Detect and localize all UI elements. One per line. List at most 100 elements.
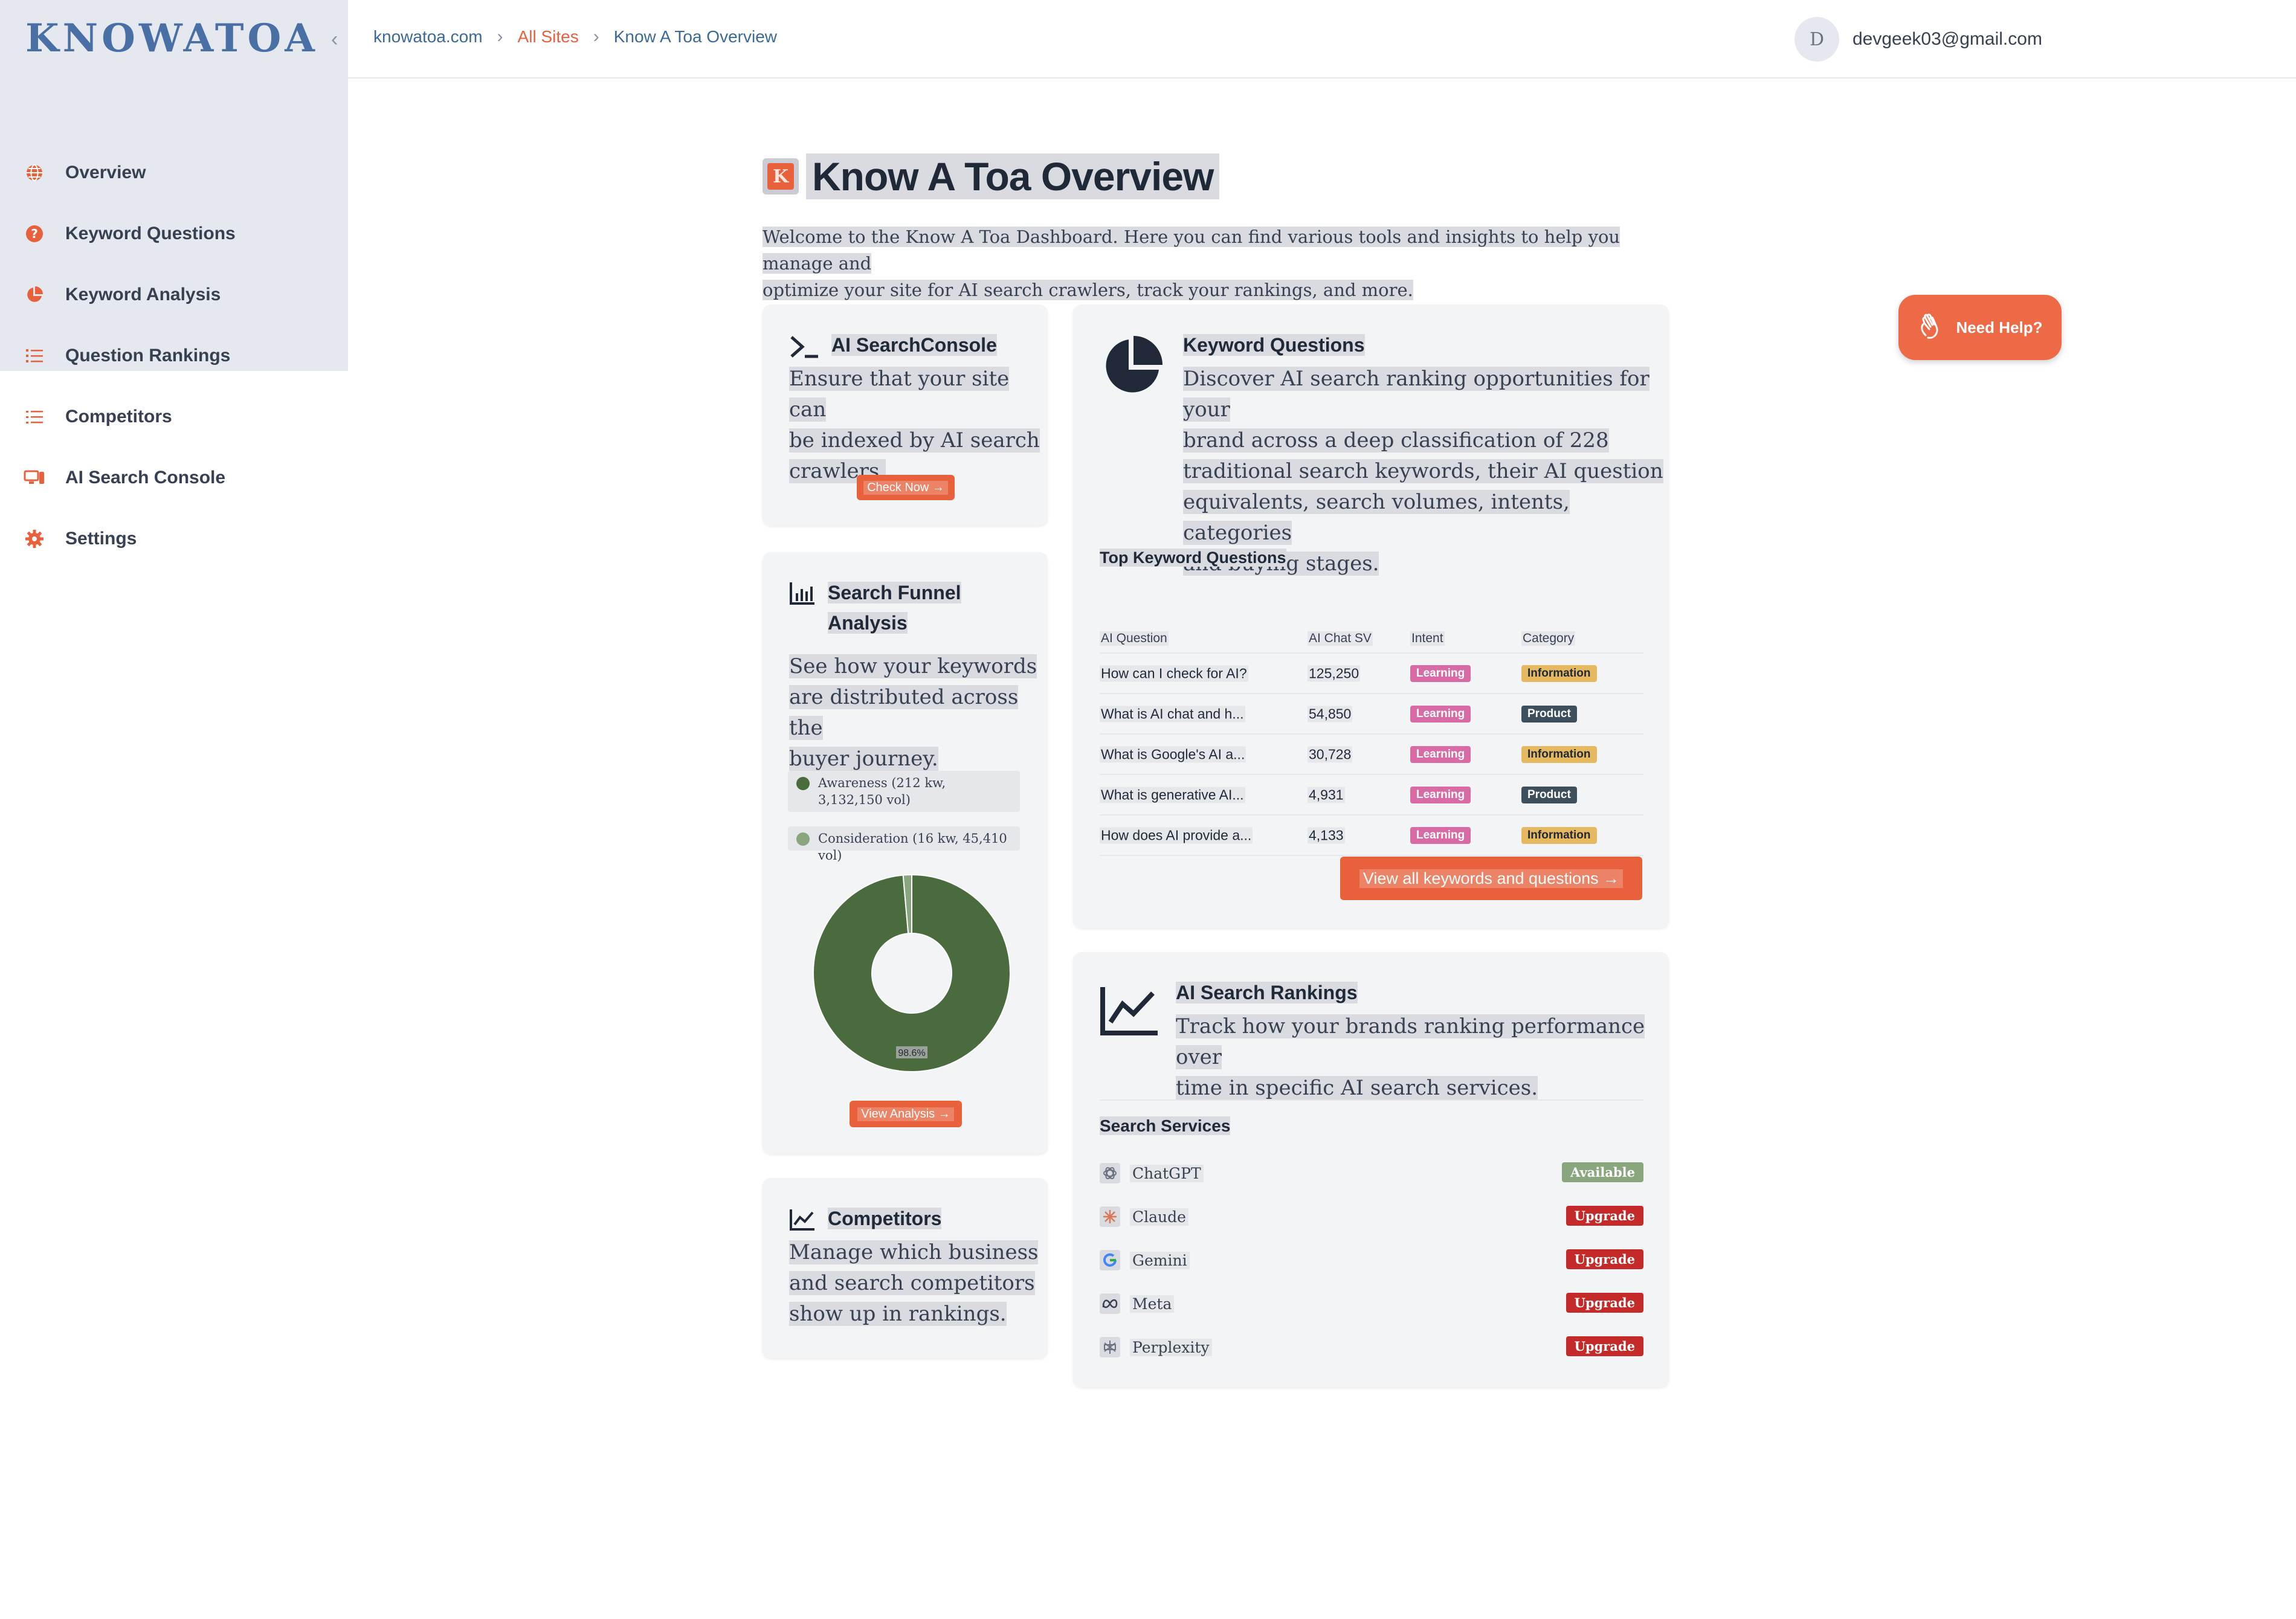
page-intro: Welcome to the Know A Toa Dashboard. Her… xyxy=(763,224,1639,303)
column-header[interactable]: AI Question xyxy=(1100,631,1169,646)
search-funnel-card: Search Funnel Analysis See how your keyw… xyxy=(763,552,1048,1154)
breadcrumb-separator: › xyxy=(497,27,503,47)
line-chart-icon xyxy=(1100,987,1158,1035)
category-badge: Information xyxy=(1521,826,1597,844)
button-label: Check Now → xyxy=(863,480,948,495)
service-name: Claude xyxy=(1130,1208,1188,1226)
page-title: Know A Toa Overview xyxy=(806,153,1220,199)
table-header: AI Question AI Chat SV Intent Category xyxy=(1100,625,1643,654)
upgrade-button[interactable]: Upgrade xyxy=(1566,1336,1643,1356)
button-label: View Analysis → xyxy=(857,1107,954,1121)
check-now-button[interactable]: Check Now → xyxy=(857,475,955,500)
card-text-line: are distributed across the xyxy=(789,685,1019,740)
wave-hand-icon xyxy=(1921,314,1938,339)
pie-chart-icon xyxy=(23,283,46,306)
list-icon xyxy=(23,405,46,428)
service-row-chatgpt[interactable]: ChatGPT Available xyxy=(1100,1159,1643,1188)
question-cell: How can I check for AI? xyxy=(1100,665,1248,681)
sidebar-item-label: AI Search Console xyxy=(65,468,226,488)
intent-badge: Learning xyxy=(1410,745,1471,763)
upgrade-button[interactable]: Upgrade xyxy=(1566,1293,1643,1313)
sidebar-item-competitors[interactable]: Competitors xyxy=(23,399,172,435)
sidebar: KNOWATOA ‹ Overview ? Keyword Questions … xyxy=(0,0,348,1619)
sidebar-item-overview[interactable]: Overview xyxy=(23,155,146,191)
sidebar-item-label: Settings xyxy=(65,529,137,549)
sidebar-item-keyword-questions[interactable]: ? Keyword Questions xyxy=(23,216,236,252)
status-badge: Available xyxy=(1562,1162,1643,1182)
upgrade-button[interactable]: Upgrade xyxy=(1566,1249,1643,1269)
upgrade-button[interactable]: Upgrade xyxy=(1566,1206,1643,1226)
breadcrumb-site[interactable]: knowatoa.com xyxy=(373,27,483,47)
card-text-line: time in specific AI search services. xyxy=(1176,1076,1538,1100)
avatar[interactable]: D xyxy=(1795,17,1839,62)
sidebar-item-keyword-analysis[interactable]: Keyword Analysis xyxy=(23,277,221,313)
user-menu[interactable]: D devgeek03@gmail.com xyxy=(1795,17,2042,62)
service-name: Perplexity xyxy=(1130,1338,1212,1356)
sidebar-item-label: Keyword Questions xyxy=(65,224,236,243)
legend-dot xyxy=(796,777,810,790)
perplexity-icon xyxy=(1100,1337,1120,1357)
service-row-claude[interactable]: Claude Upgrade xyxy=(1100,1202,1643,1231)
brand-logo[interactable]: KNOWATOA xyxy=(25,16,318,61)
button-label: View all keywords and questions → xyxy=(1359,869,1624,888)
table-row[interactable]: What is AI chat and h... 54,850 Learning… xyxy=(1100,694,1643,735)
divider xyxy=(1100,1099,1643,1101)
user-email[interactable]: devgeek03@gmail.com xyxy=(1853,29,2042,50)
question-cell: What is AI chat and h... xyxy=(1100,706,1245,722)
sidebar-item-question-rankings[interactable]: Question Rankings xyxy=(23,338,230,374)
card-text-line: See how your keywords xyxy=(789,654,1037,678)
column-header[interactable]: AI Chat SV xyxy=(1308,631,1373,646)
sidebar-item-ai-search-console[interactable]: AI Search Console xyxy=(23,460,225,496)
pie-chart-icon xyxy=(1106,336,1163,393)
table-row[interactable]: What is Google's AI a... 30,728 Learning… xyxy=(1100,735,1643,775)
service-row-perplexity[interactable]: Perplexity Upgrade xyxy=(1100,1333,1643,1362)
legend-item-awareness[interactable]: Awareness (212 kw, 3,132,150 vol) xyxy=(788,771,1020,812)
chatgpt-icon xyxy=(1100,1163,1120,1183)
funnel-donut-chart: 98.6% xyxy=(813,874,1011,1072)
collapse-sidebar-icon[interactable]: ‹ xyxy=(331,28,338,51)
breadcrumb-separator: › xyxy=(593,27,599,47)
breadcrumb-all-sites[interactable]: All Sites xyxy=(518,27,579,47)
intent-badge: Learning xyxy=(1410,705,1471,723)
card-text-line: be indexed by AI search xyxy=(789,428,1040,452)
sidebar-item-label: Keyword Analysis xyxy=(65,285,221,304)
table-row[interactable]: How can I check for AI? 125,250 Learning… xyxy=(1100,654,1643,694)
need-help-button[interactable]: Need Help? xyxy=(1898,295,2062,360)
table-title: Top Keyword Questions xyxy=(1100,549,1286,567)
category-badge: Information xyxy=(1521,665,1597,682)
top-header: knowatoa.com › All Sites › Know A Toa Ov… xyxy=(348,0,2296,79)
table-row[interactable]: How does AI provide a... 4,133 Learning … xyxy=(1100,816,1643,856)
sidebar-item-label: Overview xyxy=(65,163,146,182)
card-title: AI SearchConsole xyxy=(831,334,997,356)
volume-cell: 125,250 xyxy=(1308,665,1361,681)
keyword-questions-card: Keyword Questions Discover AI search ran… xyxy=(1073,304,1669,928)
question-cell: What is generative AI... xyxy=(1100,787,1245,803)
view-all-keywords-button[interactable]: View all keywords and questions → xyxy=(1340,857,1642,900)
card-text-line: show up in rankings. xyxy=(789,1302,1007,1326)
breadcrumb-current: Know A Toa Overview xyxy=(613,27,777,46)
need-help-label: Need Help? xyxy=(1956,318,2043,336)
card-text-line: buyer journey. xyxy=(789,747,938,771)
intent-badge: Learning xyxy=(1410,665,1471,682)
volume-cell: 4,133 xyxy=(1308,827,1345,843)
volume-cell: 30,728 xyxy=(1308,746,1353,762)
page-title-row: K Know A Toa Overview xyxy=(763,153,1220,199)
list-ordered-icon xyxy=(23,344,46,367)
service-row-meta[interactable]: Meta Upgrade xyxy=(1100,1289,1643,1318)
view-analysis-button[interactable]: View Analysis → xyxy=(850,1101,962,1127)
svg-text:?: ? xyxy=(31,227,38,241)
column-header[interactable]: Intent xyxy=(1410,631,1445,646)
category-badge: Product xyxy=(1521,705,1577,723)
table-row[interactable]: What is generative AI... 4,931 Learning … xyxy=(1100,775,1643,816)
category-badge: Information xyxy=(1521,745,1597,763)
bar-chart-icon xyxy=(790,582,814,605)
sidebar-item-label: Question Rankings xyxy=(65,346,231,365)
legend-item-consideration[interactable]: Consideration (16 kw, 45,410 vol) xyxy=(788,826,1020,863)
legend-label: Consideration (16 kw, 45,410 vol) xyxy=(818,831,1007,863)
column-header[interactable]: Category xyxy=(1521,631,1576,646)
site-logo: K xyxy=(763,158,799,195)
card-text-line: Discover AI search ranking opportunities… xyxy=(1183,367,1649,422)
terminal-icon xyxy=(790,336,818,358)
service-row-gemini[interactable]: Gemini Upgrade xyxy=(1100,1246,1643,1275)
sidebar-item-settings[interactable]: Settings xyxy=(23,521,137,557)
